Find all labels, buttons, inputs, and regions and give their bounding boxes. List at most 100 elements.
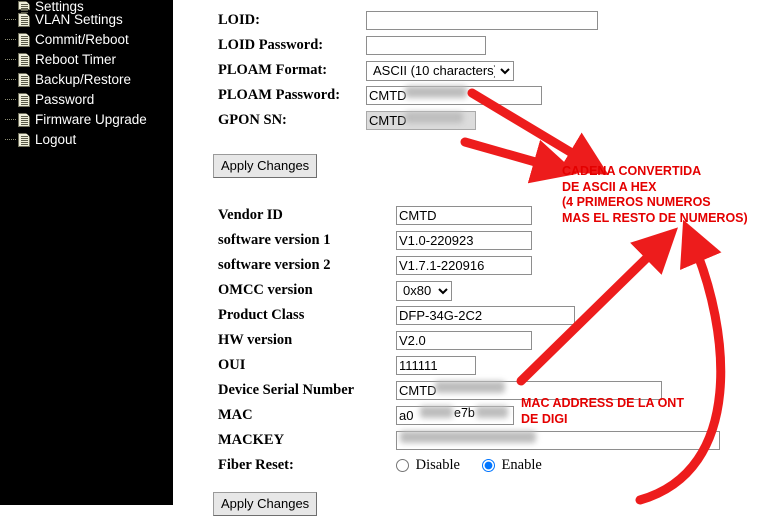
fiber-reset-disable-radio[interactable]	[396, 459, 409, 473]
oui-field-cell	[396, 353, 720, 378]
software-version-1-label: software version 1	[218, 232, 331, 248]
document-icon	[18, 33, 30, 47]
fiber-reset-disable-label: Disable	[415, 457, 460, 473]
device-serial-number-input[interactable]	[396, 381, 662, 400]
form-row: OUI	[218, 353, 720, 378]
fiber-reset-radio-group: Disable Enable	[396, 457, 720, 474]
hw-version-input[interactable]	[396, 331, 532, 350]
fiber-reset-enable-option[interactable]: Enable	[481, 457, 542, 474]
software-version-2-field-cell	[396, 253, 720, 278]
loid-input[interactable]	[366, 11, 598, 30]
apply-changes-button-device[interactable]: Apply Changes	[213, 492, 318, 516]
tree-connector	[4, 70, 18, 90]
oui-label: OUI	[218, 357, 246, 373]
loid-password-input[interactable]	[366, 36, 486, 55]
fiber-reset-enable-radio[interactable]	[481, 459, 495, 473]
sidebar-item-settings[interactable]: Settings	[0, 0, 173, 13]
form-row: software version 1	[218, 228, 720, 253]
ploam-password-field-cell	[366, 83, 598, 108]
sidebar-item-label: Commit/Reboot	[35, 32, 129, 47]
form-row: Fiber Reset: Disable Enable	[218, 453, 720, 478]
document-icon	[18, 93, 30, 107]
loid-label: LOID:	[218, 12, 260, 28]
sidebar-item-label: Logout	[35, 132, 77, 147]
mac-label: MAC	[218, 407, 253, 423]
ploam-format-field-cell: ASCII (10 characters)	[366, 58, 598, 83]
vendor-id-field-cell	[396, 203, 720, 228]
mackey-input[interactable]	[396, 431, 720, 450]
ploam-password-label: PLOAM Password:	[218, 87, 341, 103]
hw-version-field-cell	[396, 328, 720, 353]
tree-connector	[4, 130, 18, 150]
sidebar-item-label: Password	[35, 92, 95, 107]
product-class-input[interactable]	[396, 306, 575, 325]
sidebar-item-password[interactable]: Password	[0, 90, 173, 110]
ploam-format-select[interactable]: ASCII (10 characters)	[366, 60, 514, 81]
main-content: LOID: LOID Password: PLOAM Format: ASCII…	[173, 0, 757, 516]
device-serial-number-label: Device Serial Number	[218, 382, 355, 398]
fiber-reset-field-cell: Disable Enable	[396, 453, 720, 478]
form-row: PLOAM Format: ASCII (10 characters)	[218, 58, 598, 83]
device-info-form: Vendor ID software version 1 software ve…	[218, 203, 720, 478]
mac-partial-value: e7b	[454, 406, 475, 420]
form-row: MACKEY	[218, 428, 720, 453]
sidebar-item-commit-reboot[interactable]: Commit/Reboot	[0, 30, 173, 50]
omcc-version-select[interactable]: 0x80	[396, 280, 452, 301]
gpon-settings-form: LOID: LOID Password: PLOAM Format: ASCII…	[218, 8, 598, 133]
tree-connector	[4, 50, 18, 70]
form-row: PLOAM Password:	[218, 83, 598, 108]
software-version-1-input[interactable]	[396, 231, 532, 250]
ploam-format-label: PLOAM Format:	[218, 62, 328, 78]
software-version-2-input[interactable]	[396, 256, 532, 275]
product-class-label: Product Class	[218, 307, 305, 323]
mackey-field-cell	[396, 428, 720, 453]
vendor-id-label: Vendor ID	[218, 207, 283, 223]
omcc-version-field-cell: 0x80	[396, 278, 720, 303]
software-version-2-label: software version 2	[218, 257, 331, 273]
form-row: HW version	[218, 328, 720, 353]
software-version-1-field-cell	[396, 228, 720, 253]
vendor-id-input[interactable]	[396, 206, 532, 225]
document-icon	[18, 13, 30, 27]
sidebar-item-label: Backup/Restore	[35, 72, 132, 87]
fiber-reset-label: Fiber Reset:	[218, 457, 294, 473]
fiber-reset-enable-label: Enable	[501, 457, 542, 473]
document-icon	[18, 73, 30, 87]
apply-changes-button-gpon[interactable]: Apply Changes	[213, 154, 318, 178]
sidebar-item-vlan-settings[interactable]: VLAN Settings	[0, 10, 173, 30]
device-serial-number-field-cell	[396, 378, 720, 403]
fiber-reset-disable-option[interactable]: Disable	[396, 457, 460, 474]
form-row: LOID:	[218, 8, 598, 33]
sidebar-navigation: Settings VLAN Settings Commit/Reboot Reboot…	[0, 0, 173, 505]
sidebar-item-reboot-timer[interactable]: Reboot Timer	[0, 50, 173, 70]
gpon-sn-field-cell	[366, 108, 598, 133]
mac-field-cell: e7b	[396, 403, 720, 428]
omcc-version-label: OMCC version	[218, 282, 313, 298]
sidebar-item-backup-restore[interactable]: Backup/Restore	[0, 70, 173, 90]
tree-connector	[4, 30, 18, 50]
form-row: LOID Password:	[218, 33, 598, 58]
loid-field-cell	[366, 8, 598, 33]
gpon-sn-label: GPON SN:	[218, 112, 287, 128]
document-icon	[18, 1, 30, 10]
oui-input[interactable]	[396, 356, 476, 375]
loid-password-field-cell	[366, 33, 598, 58]
form-row: MAC e7b	[218, 403, 720, 428]
product-class-field-cell	[396, 303, 720, 328]
sidebar-item-label: Firmware Upgrade	[35, 112, 147, 127]
sidebar-item-logout[interactable]: Logout	[0, 130, 173, 150]
form-row: Product Class	[218, 303, 720, 328]
tree-connector	[4, 90, 18, 110]
hw-version-label: HW version	[218, 332, 293, 348]
tree-connector	[4, 110, 18, 130]
sidebar-item-firmware-upgrade[interactable]: Firmware Upgrade	[0, 110, 173, 130]
sidebar-item-label: Reboot Timer	[35, 52, 117, 67]
gpon-sn-input	[366, 111, 476, 130]
form-row: Device Serial Number	[218, 378, 720, 403]
form-row: OMCC version 0x80	[218, 278, 720, 303]
ploam-password-input[interactable]	[366, 86, 542, 105]
form-row: software version 2	[218, 253, 720, 278]
form-row: GPON SN:	[218, 108, 598, 133]
tree-connector	[4, 10, 18, 30]
tree-connector	[4, 0, 18, 10]
